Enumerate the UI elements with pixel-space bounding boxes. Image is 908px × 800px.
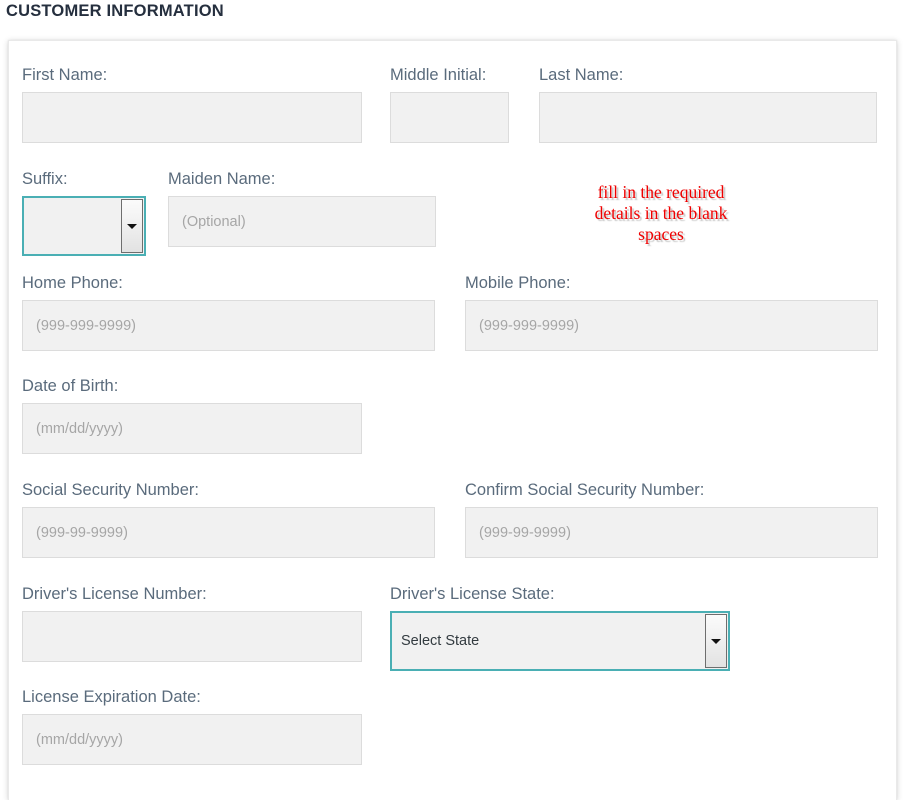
field-confirm-social-security-number: Confirm Social Security Number: (999-99-… xyxy=(465,481,878,558)
middle-initial-input[interactable] xyxy=(390,92,509,143)
field-drivers-license-number: Driver's License Number: xyxy=(22,585,362,662)
label-middle-initial: Middle Initial: xyxy=(390,66,487,84)
field-mobile-phone: Mobile Phone: (999-999-9999) xyxy=(465,274,878,351)
drivers-license-state-select[interactable]: Select State xyxy=(390,611,730,671)
label-drivers-license-number: Driver's License Number: xyxy=(22,585,207,603)
mobile-phone-input[interactable]: (999-999-9999) xyxy=(465,300,878,351)
label-drivers-license-state: Driver's License State: xyxy=(390,585,555,603)
label-home-phone: Home Phone: xyxy=(22,274,123,292)
label-last-name: Last Name: xyxy=(539,66,624,84)
label-license-expiration-date: License Expiration Date: xyxy=(22,688,201,706)
arrow-glyph xyxy=(127,223,137,229)
page-title: CUSTOMER INFORMATION xyxy=(6,2,224,20)
label-suffix: Suffix: xyxy=(22,170,68,188)
chevron-down-icon[interactable] xyxy=(121,199,143,253)
field-home-phone: Home Phone: (999-999-9999) xyxy=(22,274,435,351)
date-of-birth-input[interactable]: (mm/dd/yyyy) xyxy=(22,403,362,454)
drivers-license-number-input[interactable] xyxy=(22,611,362,662)
customer-information-form: First Name: Middle Initial: Last Name: S… xyxy=(9,41,896,800)
drivers-license-state-value: Select State xyxy=(401,633,480,649)
arrow-glyph xyxy=(711,638,721,644)
social-security-number-input[interactable]: (999-99-9999) xyxy=(22,507,435,558)
label-confirm-social-security-number: Confirm Social Security Number: xyxy=(465,481,705,499)
field-last-name: Last Name: xyxy=(539,66,877,143)
license-expiration-date-input[interactable]: (mm/dd/yyyy) xyxy=(22,714,362,765)
chevron-down-icon[interactable] xyxy=(705,614,727,668)
maiden-name-input[interactable]: (Optional) xyxy=(168,196,436,247)
confirm-social-security-number-input[interactable]: (999-99-9999) xyxy=(465,507,878,558)
field-first-name: First Name: xyxy=(22,66,362,143)
label-mobile-phone: Mobile Phone: xyxy=(465,274,571,292)
suffix-select[interactable] xyxy=(22,196,146,256)
first-name-input[interactable] xyxy=(22,92,362,143)
field-date-of-birth: Date of Birth: (mm/dd/yyyy) xyxy=(22,377,362,454)
suffix-select-value xyxy=(24,198,121,254)
label-maiden-name: Maiden Name: xyxy=(168,170,276,188)
field-suffix: Suffix: xyxy=(22,170,146,256)
field-middle-initial: Middle Initial: xyxy=(390,66,509,143)
field-maiden-name: Maiden Name: (Optional) xyxy=(168,170,436,247)
field-social-security-number: Social Security Number: (999-99-9999) xyxy=(22,481,435,558)
field-license-expiration-date: License Expiration Date: (mm/dd/yyyy) xyxy=(22,688,362,765)
last-name-input[interactable] xyxy=(539,92,877,143)
customer-information-card: First Name: Middle Initial: Last Name: S… xyxy=(8,40,897,800)
label-date-of-birth: Date of Birth: xyxy=(22,377,119,395)
annotation-fill-required-details: fill in the required details in the blan… xyxy=(594,182,728,244)
home-phone-input[interactable]: (999-999-9999) xyxy=(22,300,435,351)
label-first-name: First Name: xyxy=(22,66,108,84)
field-drivers-license-state: Driver's License State: Select State xyxy=(390,585,730,671)
customer-information-page: CUSTOMER INFORMATION First Name: Middle … xyxy=(0,0,908,800)
label-social-security-number: Social Security Number: xyxy=(22,481,199,499)
